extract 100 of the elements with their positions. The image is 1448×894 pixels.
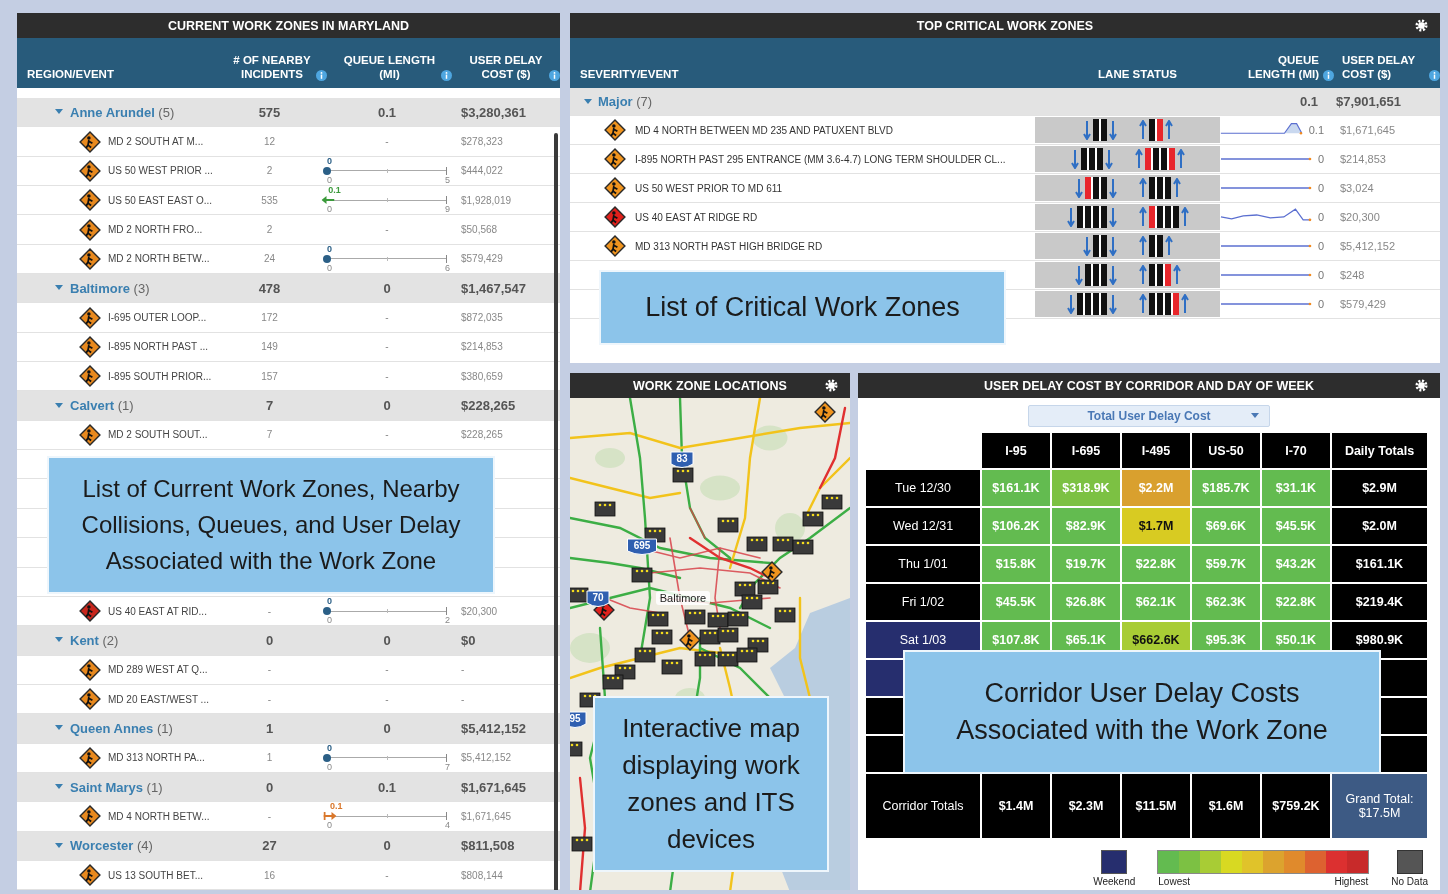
delay-cost: $20,300 (1339, 211, 1381, 223)
column-header: USER DELAY COST ($) (1342, 53, 1416, 81)
queue-length: 0 (1317, 153, 1324, 165)
day-label: Wed 12/31 (866, 508, 980, 544)
gauge-min: 0 (327, 821, 332, 831)
grand-total: Grand Total: $17.5M (1332, 774, 1427, 838)
gauge-min: 0 (327, 205, 332, 215)
incident-count: 575 (258, 104, 281, 120)
corridor-total: $1.4M (982, 774, 1050, 838)
column-header: LANE STATUS (1098, 67, 1177, 81)
column-header: USER DELAY COST ($) (468, 53, 544, 81)
queue-length: 0.1 (1298, 94, 1319, 109)
delay-cost: $278,323 (460, 136, 504, 147)
queue-length: 0 (1317, 269, 1324, 281)
delay-cost: $1,467,547 (460, 280, 528, 296)
gauge-max: 5 (445, 175, 450, 185)
queue-length: 0 (383, 280, 391, 296)
highway-shield: 95 (570, 711, 587, 728)
gauge-max: 7 (445, 762, 450, 772)
incident-count: 172 (261, 312, 278, 324)
delay-cost: - (460, 664, 466, 676)
panel-title: CURRENT WORK ZONES IN MARYLAND (167, 18, 410, 33)
queue-length: 0 (383, 632, 391, 648)
callout-text: Corridor User Delay Costs Associated with the Work Zone (955, 677, 1329, 747)
incident-count: 0 (265, 779, 274, 795)
delay-cost: $808,144 (460, 869, 504, 881)
highway-shield: 70 (586, 590, 610, 607)
panel-title: USER DELAY COST BY CORRIDOR AND DAY OF WEEK (984, 378, 1314, 393)
panel-title: WORK ZONE LOCATIONS (633, 378, 787, 393)
legend-label: Highest (1334, 876, 1369, 887)
legend-label: Lowest (1158, 876, 1190, 887)
gauge-max: 9 (445, 205, 450, 215)
column-header: US-50 (1192, 433, 1260, 468)
queue-length: 0.1 (377, 779, 397, 795)
column-header: QUEUE LENGTH (MI) (1247, 53, 1319, 81)
column-header: SEVERITY/EVENT (580, 67, 679, 81)
queue-length: 0.1 (377, 104, 397, 120)
gauge-min: 0 (327, 762, 332, 772)
queue-length: 0.1 (1308, 124, 1324, 136)
callout-text: Interactive map displaying work zones and ITS devices (621, 712, 801, 856)
queue-length: 0 (383, 398, 391, 414)
incident-count: 2 (266, 165, 273, 177)
queue-length: - (385, 370, 389, 382)
daily-total: $2.9M (1332, 470, 1427, 506)
incident-count: - (267, 605, 272, 617)
incident-count: 149 (261, 341, 278, 353)
gauge-max: 4 (445, 821, 450, 831)
legend-label: No Data (1391, 876, 1428, 887)
incident-count: 535 (261, 194, 278, 206)
incident-count: 478 (258, 280, 281, 296)
highway-shield: 83 (670, 451, 694, 468)
delay-cost: $579,429 (1339, 298, 1387, 310)
corridor-total: $759.2K (1262, 774, 1330, 838)
delay-cost: $214,853 (1339, 153, 1387, 165)
incident-count: 24 (263, 253, 276, 265)
incident-count: 0 (265, 632, 274, 648)
column-header: I-95 (982, 433, 1050, 468)
queue-length: - (385, 136, 389, 147)
delay-cost: $1,671,645 (1339, 124, 1397, 136)
delay-cost: $1,671,645 (460, 810, 513, 822)
highway-shield: 695 (627, 538, 657, 555)
queue-length: - (385, 693, 389, 705)
queue-length: 0 (1317, 298, 1324, 310)
delay-cost: $228,265 (460, 398, 517, 414)
city-label: Baltimore (659, 592, 707, 604)
incident-count: 2 (266, 224, 273, 236)
delay-cost: $0 (460, 632, 477, 648)
delay-cost: - (460, 693, 466, 705)
panel-title: TOP CRITICAL WORK ZONES (916, 18, 1094, 33)
delay-cost: $20,300 (460, 605, 499, 617)
corridor-total: $11.5M (1122, 774, 1190, 838)
incident-count: 1 (266, 752, 273, 764)
column-header: QUEUE LENGTH (MI) (342, 53, 437, 81)
gauge-max: 2 (445, 616, 450, 625)
totals-label: Corridor Totals (866, 774, 980, 838)
gauge-min: 0 (327, 263, 332, 273)
delay-cost: $5,412,152 (460, 752, 513, 764)
delay-cost: $5,412,152 (460, 720, 528, 736)
corridor-total: $2.3M (1052, 774, 1120, 838)
queue-length: 0 (1317, 211, 1324, 223)
incident-count: - (267, 664, 272, 676)
callout-text: List of Current Work Zones, Nearby Collisions, Queues, and User Delay Associated with the Work Zone (80, 474, 462, 576)
gauge-value: 0 (327, 156, 332, 166)
delay-cost: $811,508 (460, 838, 516, 854)
gauge-min: 0 (327, 616, 332, 625)
day-label: Fri 1/02 (866, 584, 980, 620)
incident-count: 1 (265, 720, 274, 736)
delay-cost: $214,853 (460, 341, 504, 353)
column-header: I-495 (1122, 433, 1190, 468)
queue-length: 0 (383, 838, 391, 854)
incident-count: - (267, 810, 272, 822)
incident-count: - (267, 693, 272, 705)
day-label: Tue 12/30 (866, 470, 980, 506)
delay-cost: $5,412,152 (1339, 240, 1397, 252)
delay-cost: $248 (1339, 269, 1366, 281)
gauge-value: 0.1 (328, 186, 341, 196)
queue-length: - (385, 664, 389, 676)
incident-count: 7 (266, 429, 273, 441)
delay-cost: $7,901,651 (1335, 94, 1403, 109)
day-label: Thu 1/01 (866, 546, 980, 582)
